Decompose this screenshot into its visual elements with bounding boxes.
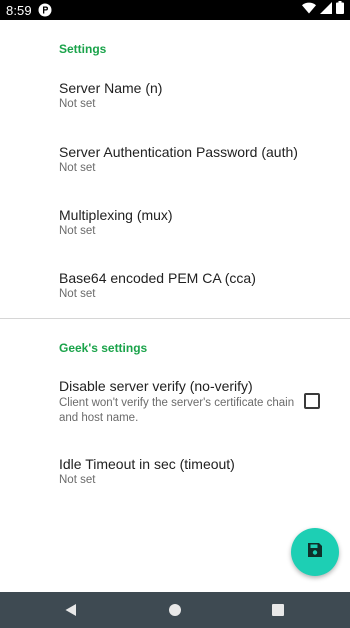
back-icon[interactable] [63,602,79,618]
pref-title: Idle Timeout in sec (timeout) [59,456,235,472]
pref-summary: Client won't verify the server's certifi… [59,397,295,424]
pref-disable-server-verify[interactable]: Disable server verify (no-verify) Client… [0,378,350,430]
pref-title: Server Authentication Password (auth) [59,144,298,160]
save-icon [307,542,323,563]
section-header-settings: Settings [59,42,107,56]
pref-server-name[interactable]: Server Name (n) Not set [0,80,350,120]
status-icons [302,1,344,19]
signal-icon [320,1,332,19]
pref-idle-timeout[interactable]: Idle Timeout in sec (timeout) Not set [0,456,350,496]
section-divider [0,318,350,319]
save-button[interactable] [291,528,339,576]
pref-title: Server Name (n) [59,80,163,96]
pref-title: Disable server verify (no-verify) [59,378,253,394]
pref-server-auth-password[interactable]: Server Authentication Password (auth) No… [0,144,350,184]
pref-summary: Not set [59,288,96,300]
settings-list: Settings Server Name (n) Not set Server … [0,20,350,592]
pref-title: Multiplexing (mux) [59,207,173,223]
pref-summary: Not set [59,474,96,486]
navigation-bar [0,592,350,628]
pref-summary: Not set [59,98,96,110]
section-header-geeks-settings: Geek's settings [59,341,148,355]
pref-summary: Not set [59,162,96,174]
pref-summary: Not set [59,225,96,237]
status-time: 8:59 [6,3,32,18]
notification-p-icon [38,3,52,17]
battery-icon [336,1,344,19]
wifi-icon [302,1,316,19]
recents-icon[interactable] [270,602,286,618]
pref-title: Base64 encoded PEM CA (cca) [59,270,256,286]
pref-multiplexing[interactable]: Multiplexing (mux) Not set [0,207,350,247]
no-verify-checkbox[interactable] [304,393,320,409]
status-bar: 8:59 [0,0,350,20]
pref-base64-pem-ca[interactable]: Base64 encoded PEM CA (cca) Not set [0,270,350,310]
home-icon[interactable] [167,602,183,618]
